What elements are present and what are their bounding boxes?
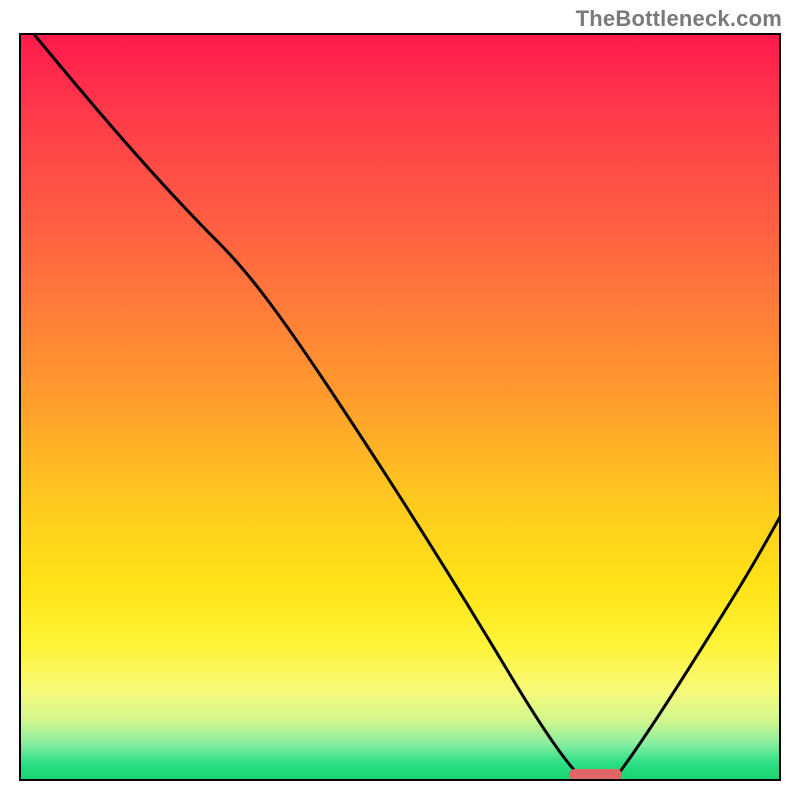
chart-stage: TheBottleneck.com: [0, 0, 800, 800]
watermark-text: TheBottleneck.com: [576, 6, 782, 32]
plot-gradient-background: [19, 33, 781, 781]
